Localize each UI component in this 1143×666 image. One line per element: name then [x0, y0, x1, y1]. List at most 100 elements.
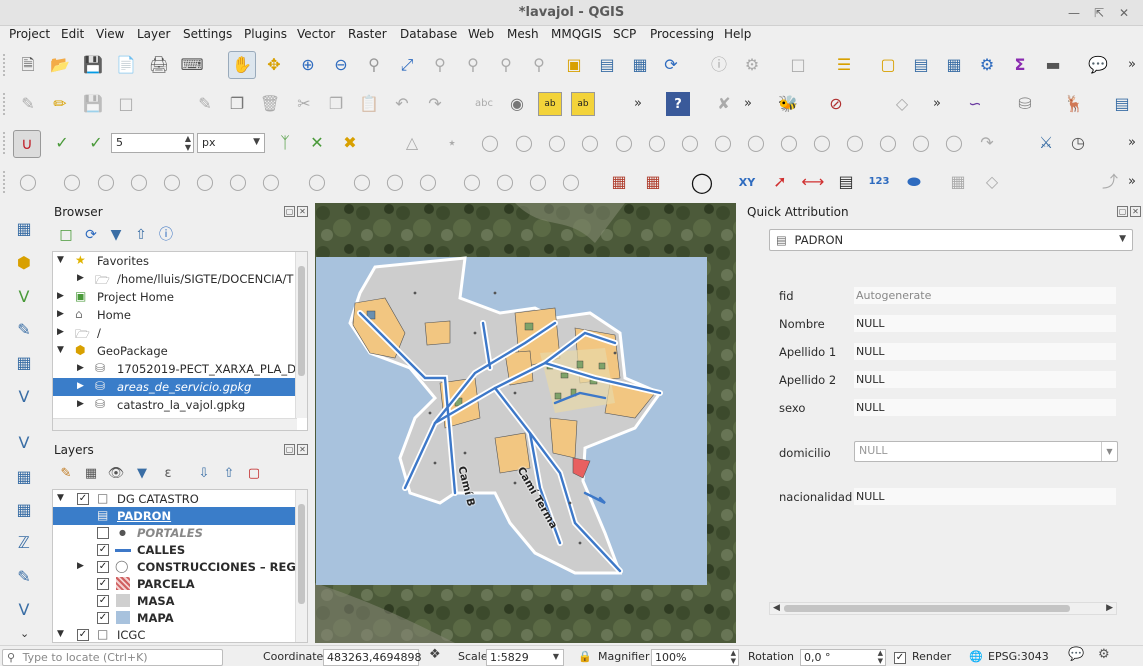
identify-icon[interactable]: ⓘ [707, 53, 731, 77]
trace-tool-icon[interactable]: ⤴ [1098, 170, 1122, 194]
offset-icon[interactable]: ◯ [512, 131, 536, 155]
field-sexo[interactable]: NULL [854, 399, 1116, 416]
shape-digitize-icon[interactable]: ◯ [526, 170, 550, 194]
deer-icon[interactable]: 🦌 [1062, 92, 1086, 116]
menu-raster[interactable]: Raster [348, 27, 387, 41]
expand-arrow-icon[interactable]: ▶ [77, 399, 84, 409]
shape-digitize-icon[interactable]: ◯ [416, 170, 440, 194]
menu-mmqgis[interactable]: MMQGIS [551, 27, 602, 41]
menu-help[interactable]: Help [724, 27, 751, 41]
refresh-icon[interactable]: ⟳ [81, 225, 101, 245]
expression-filter-icon[interactable]: ε [158, 463, 178, 483]
snap-segment-icon[interactable]: ✓ [84, 131, 108, 155]
split-parts-icon[interactable]: ◯ [843, 131, 867, 155]
chevron-right-icon[interactable]: » [1128, 57, 1136, 72]
ruler-icon[interactable]: ▤ [834, 170, 858, 194]
pan-icon[interactable]: ✋ [228, 51, 256, 79]
shape-digitize-icon[interactable]: ◯ [193, 170, 217, 194]
messages-icon[interactable]: 💬 [1068, 647, 1084, 662]
scroll-thumb[interactable] [784, 605, 1070, 612]
layer-checkbox[interactable]: ✓ [77, 493, 89, 505]
edit-pencil-icon[interactable]: ✎ [16, 92, 40, 116]
shape-digitize-icon[interactable]: ◯ [559, 170, 583, 194]
rotation-field[interactable]: 0,0 ° ▲ ▼ [800, 649, 886, 666]
profile-icon[interactable]: ∽ [963, 92, 987, 116]
reshape-icon[interactable]: ◯ [478, 131, 502, 155]
trace-icon[interactable]: ᛉ [273, 131, 297, 155]
add-virtual-icon[interactable]: V [12, 385, 36, 409]
render-checkbox[interactable]: ✓ [894, 652, 906, 664]
expand-arrow-icon[interactable]: ▼ [57, 629, 64, 639]
close-icon[interactable]: ✕ [1130, 206, 1141, 217]
browser-hscroll[interactable] [53, 418, 297, 430]
tree-row-favorites[interactable]: ▼ ★ Favorites [53, 252, 307, 270]
menu-project[interactable]: Project [9, 27, 50, 41]
refresh-icon[interactable]: ⟳ [659, 53, 683, 77]
chevron-right-icon[interactable]: » [933, 96, 941, 111]
chevron-right-icon[interactable]: » [1128, 174, 1136, 189]
temporal-icon[interactable]: ◷ [1066, 131, 1090, 155]
minimize-icon[interactable]: — [1065, 4, 1083, 22]
qgis2web-icon[interactable]: 🐝 [776, 92, 800, 116]
shape-digitize-icon[interactable]: ◯ [383, 170, 407, 194]
number-icon[interactable]: 123 [867, 170, 891, 194]
simplify-icon[interactable]: ◯ [612, 131, 636, 155]
shape-digitize-icon[interactable]: ◯ [305, 170, 329, 194]
expand-arrow-icon[interactable]: ▶ [77, 381, 84, 391]
raster-calc-icon[interactable]: ▦ [641, 170, 665, 194]
scroll-left-icon[interactable]: ◀ [773, 603, 780, 613]
delete-icon[interactable]: 🗑 [258, 92, 282, 116]
check-geometry-icon[interactable]: ✘ [712, 92, 736, 116]
label-icon[interactable]: abc [472, 92, 496, 116]
field-nacionalidad[interactable]: NULL [854, 488, 1116, 505]
label-pin-icon[interactable]: ◉ [505, 92, 529, 116]
zoom-layer-icon[interactable]: ⚲ [461, 53, 485, 77]
shape-icon[interactable]: ⬬ [902, 170, 926, 194]
layer-parcela[interactable]: ✓ PARCELA [53, 575, 307, 593]
action-icon[interactable]: ⚙ [740, 53, 764, 77]
delete-ring-icon[interactable]: ◯ [744, 131, 768, 155]
pan-to-selection-icon[interactable]: ✥ [262, 53, 286, 77]
no-spam-icon[interactable]: ⊘ [824, 92, 848, 116]
expand-arrow-icon[interactable]: ▶ [57, 291, 64, 301]
shape-digitize-icon[interactable]: ◯ [350, 170, 374, 194]
copy-icon[interactable]: ❐ [324, 92, 348, 116]
magnet-icon[interactable]: ∪ [13, 130, 41, 158]
close-icon[interactable]: ✕ [297, 206, 308, 217]
shape-digitize-icon[interactable]: ◯ [160, 170, 184, 194]
remove-layer-icon[interactable]: ▢ [244, 463, 264, 483]
chevron-down-icon[interactable]: ⌄ [20, 627, 29, 640]
tree-row-root[interactable]: ▶ 🗁 / [53, 324, 307, 342]
spin-arrows-icon[interactable]: ▲ ▼ [731, 649, 736, 665]
restore-icon[interactable]: ⇱ [1090, 4, 1108, 22]
fill-ring-icon[interactable]: ◯ [711, 131, 735, 155]
tree-row-gpkg-3[interactable]: ▶ ⛁ catastro_la_vajol.gpkg [53, 396, 307, 414]
expand-arrow-icon[interactable]: ▶ [77, 363, 84, 373]
expand-arrow-icon[interactable]: ▼ [57, 493, 64, 503]
sum-icon[interactable]: Σ [1008, 53, 1032, 77]
shape-digitize-icon[interactable]: ◯ [259, 170, 283, 194]
shape-digitize-icon[interactable]: ◯ [16, 170, 40, 194]
float-icon[interactable]: ▢ [284, 206, 295, 217]
expand-arrow-icon[interactable]: ▶ [57, 327, 64, 337]
save-project-icon[interactable]: 💾 [81, 53, 105, 77]
crs-label[interactable]: EPSG:3043 [988, 650, 1049, 663]
field-nombre[interactable]: NULL [854, 315, 1116, 332]
add-geopackage-icon[interactable]: ⬢ [12, 251, 36, 275]
snap-vertex-icon[interactable]: ✓ [50, 131, 74, 155]
close-icon[interactable]: ✕ [297, 444, 308, 455]
spin-arrows-icon[interactable]: ▲ ▼ [878, 649, 883, 665]
zoom-next-icon[interactable]: ⚲ [527, 53, 551, 77]
add-delimited-icon[interactable]: V [12, 598, 36, 622]
save-edits-icon[interactable]: 💾 [81, 92, 105, 116]
add-wms-icon[interactable]: ▦ [12, 465, 36, 489]
network-tool-icon[interactable]: ◇ [980, 170, 1004, 194]
digitize-icon[interactable]: □ [114, 92, 138, 116]
chevron-right-icon[interactable]: » [1128, 135, 1136, 150]
filter-icon[interactable]: ▼ [132, 463, 152, 483]
float-icon[interactable]: ▢ [284, 444, 295, 455]
float-icon[interactable]: ▢ [1117, 206, 1128, 217]
rotate-icon[interactable]: ◯ [578, 131, 602, 155]
print-layout-icon[interactable]: 🖨 [147, 53, 171, 77]
show-bookmarks-icon[interactable]: ▤ [595, 53, 619, 77]
